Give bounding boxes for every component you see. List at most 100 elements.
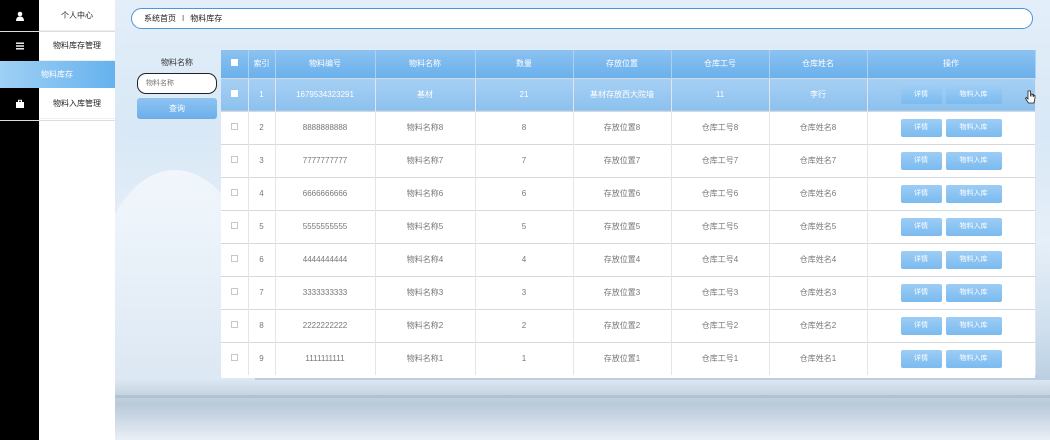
detail-button[interactable]: 详情 — [900, 283, 942, 302]
cell-quantity: 21 — [475, 77, 574, 111]
row-checkbox[interactable] — [221, 110, 249, 144]
stock-in-button[interactable]: 物料入库 — [945, 118, 1002, 137]
sidebar-item-personal-center[interactable]: 个人中心 — [39, 1, 115, 31]
breadcrumb-home[interactable]: 系统首页 — [144, 13, 176, 24]
row-checkbox[interactable] — [221, 308, 249, 342]
cell-index: 9 — [248, 341, 276, 375]
cell-quantity: 6 — [475, 176, 574, 210]
background-snow — [115, 395, 1050, 398]
detail-button[interactable]: 详情 — [900, 316, 942, 335]
cell-actions: 详情 物料入库 — [867, 209, 1036, 243]
sidebar-item-label: 物料库存 — [41, 70, 73, 79]
detail-button[interactable]: 详情 — [900, 151, 942, 170]
detail-button[interactable]: 详情 — [900, 85, 942, 104]
briefcase-icon[interactable] — [0, 89, 39, 119]
stock-in-button[interactable]: 物料入库 — [945, 283, 1002, 302]
table-row[interactable]: 7 3333333333 物料名称3 3 存放位置3 仓库工号3 仓库姓名3 详情 物料入库 — [221, 275, 1036, 309]
row-checkbox[interactable] — [221, 242, 249, 276]
cell-quantity: 8 — [475, 110, 574, 144]
cell-worker-id: 仓库工号6 — [671, 176, 770, 210]
cell-actions: 详情 物料入库 — [867, 275, 1036, 309]
table-row[interactable]: 6 4444444444 物料名称4 4 存放位置4 仓库工号4 仓库姓名4 详情 物料入库 — [221, 242, 1036, 276]
search-button[interactable]: 查询 — [137, 98, 217, 119]
detail-button[interactable]: 详情 — [900, 217, 942, 236]
search-input[interactable] — [137, 73, 217, 94]
breadcrumb: 系统首页 I 物料库存 — [131, 8, 1033, 29]
cell-worker-id: 11 — [671, 77, 770, 111]
column-header: 索引 — [248, 50, 276, 78]
row-checkbox[interactable] — [221, 176, 249, 210]
detail-button[interactable]: 详情 — [900, 118, 942, 137]
row-checkbox[interactable] — [221, 143, 249, 177]
row-checkbox[interactable] — [221, 275, 249, 309]
stock-in-button[interactable]: 物料入库 — [945, 184, 1002, 203]
stock-in-button[interactable]: 物料入库 — [945, 217, 1002, 236]
table-row[interactable]: 1 1679534323291 基材 21 基材存放西大院墙 11 李行 详情 物料入库 — [221, 77, 1036, 111]
detail-button[interactable]: 详情 — [900, 349, 942, 368]
cell-worker-id: 仓库工号3 — [671, 275, 770, 309]
cell-location: 存放位置3 — [573, 275, 672, 309]
cell-worker-name: 仓库姓名7 — [769, 143, 868, 177]
cell-quantity: 7 — [475, 143, 574, 177]
column-header: 仓库工号 — [671, 50, 770, 78]
cell-location: 存放位置7 — [573, 143, 672, 177]
stock-in-button[interactable]: 物料入库 — [945, 250, 1002, 269]
detail-button[interactable]: 详情 — [900, 250, 942, 269]
table-row[interactable]: 3 7777777777 物料名称7 7 存放位置7 仓库工号7 仓库姓名7 详情 物料入库 — [221, 143, 1036, 177]
sidebar-item-material-inbound-management[interactable]: 物料入库管理 — [39, 89, 115, 119]
cell-actions: 详情 物料入库 — [867, 176, 1036, 210]
cell-index: 3 — [248, 143, 276, 177]
breadcrumb-current: 物料库存 — [190, 14, 223, 23]
cell-material-code: 6666666666 — [275, 176, 376, 210]
cell-actions: 详情 物料入库 — [867, 341, 1036, 375]
cell-material-code: 7777777777 — [275, 143, 376, 177]
menu-icon[interactable] — [0, 31, 39, 61]
cell-worker-id: 仓库工号8 — [671, 110, 770, 144]
cell-location: 存放位置1 — [573, 341, 672, 375]
table-row[interactable]: 2 8888888888 物料名称8 8 存放位置8 仓库工号8 仓库姓名8 详情 物料入库 — [221, 110, 1036, 144]
sidebar-item-material-inventory-management[interactable]: 物料库存管理 — [39, 31, 115, 61]
cell-actions: 详情 物料入库 — [867, 77, 1036, 111]
cell-worker-name: 李行 — [769, 77, 868, 111]
cell-material-name: 基材 — [375, 77, 476, 111]
column-header: 存放位置 — [573, 50, 672, 78]
stock-in-button[interactable]: 物料入库 — [945, 316, 1002, 335]
cell-worker-name: 仓库姓名1 — [769, 341, 868, 375]
cell-material-code: 3333333333 — [275, 275, 376, 309]
cell-actions: 详情 物料入库 — [867, 308, 1036, 342]
cell-index: 7 — [248, 275, 276, 309]
stock-in-button[interactable]: 物料入库 — [945, 85, 1002, 104]
column-header: 物料名称 — [375, 50, 476, 78]
data-table: 索引 物料编号 物料名称 数量 存放位置 仓库工号 仓库姓名 操作 1 16795… — [221, 50, 1036, 378]
cell-quantity: 4 — [475, 242, 574, 276]
cell-material-name: 物料名称8 — [375, 110, 476, 144]
table-row[interactable]: 9 1111111111 物料名称1 1 存放位置1 仓库工号1 仓库姓名1 详情 物料入库 — [221, 341, 1036, 375]
cell-actions: 详情 物料入库 — [867, 110, 1036, 144]
row-checkbox[interactable] — [221, 77, 249, 111]
table-row[interactable]: 8 2222222222 物料名称2 2 存放位置2 仓库工号2 仓库姓名2 详情 物料入库 — [221, 308, 1036, 342]
stock-in-button[interactable]: 物料入库 — [945, 349, 1002, 368]
sidebar-item-label: 物料库存管理 — [53, 41, 101, 50]
cell-worker-id: 仓库工号4 — [671, 242, 770, 276]
sidebar-item-label: 物料入库管理 — [53, 99, 101, 108]
row-checkbox[interactable] — [221, 341, 249, 375]
user-icon[interactable] — [0, 1, 39, 31]
select-all-checkbox[interactable] — [221, 50, 249, 78]
sidebar-item-material-inventory[interactable]: 物料库存 — [0, 61, 115, 88]
table-row[interactable]: 5 5555555555 物料名称5 5 存放位置5 仓库工号5 仓库姓名5 详情 物料入库 — [221, 209, 1036, 243]
detail-button[interactable]: 详情 — [900, 184, 942, 203]
cell-location: 基材存放西大院墙 — [573, 77, 672, 111]
stock-in-button[interactable]: 物料入库 — [945, 151, 1002, 170]
column-header: 仓库姓名 — [769, 50, 868, 78]
cell-material-code: 8888888888 — [275, 110, 376, 144]
cell-location: 存放位置4 — [573, 242, 672, 276]
cell-index: 2 — [248, 110, 276, 144]
row-checkbox[interactable] — [221, 209, 249, 243]
table-header-row: 索引 物料编号 物料名称 数量 存放位置 仓库工号 仓库姓名 操作 — [221, 50, 1036, 78]
column-header: 数量 — [475, 50, 574, 78]
cell-material-code: 1111111111 — [275, 341, 376, 375]
table-row[interactable]: 4 6666666666 物料名称6 6 存放位置6 仓库工号6 仓库姓名6 详情 物料入库 — [221, 176, 1036, 210]
cell-index: 4 — [248, 176, 276, 210]
cell-material-name: 物料名称6 — [375, 176, 476, 210]
cell-actions: 详情 物料入库 — [867, 242, 1036, 276]
